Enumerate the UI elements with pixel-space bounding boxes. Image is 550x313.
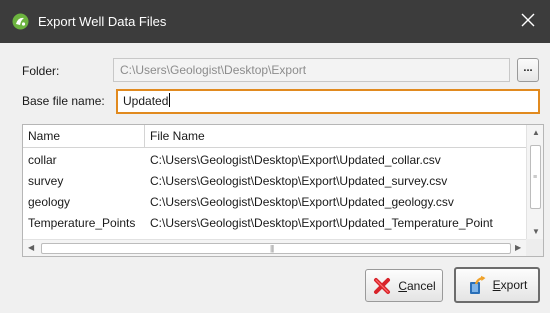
folder-field[interactable]: C:\Users\Geologist\Desktop\Export <box>113 58 510 82</box>
browse-folder-button[interactable]: ... <box>517 58 539 82</box>
base-file-name-label: Base file name: <box>22 94 105 108</box>
title-bar: Export Well Data Files <box>0 0 550 43</box>
horizontal-scroll-thumb[interactable]: ||| <box>41 243 511 254</box>
grip-icon: ≡ <box>533 174 538 181</box>
scroll-up-icon[interactable]: ▲ <box>532 128 540 138</box>
export-button[interactable]: Export <box>454 267 540 303</box>
red-x-icon <box>372 276 392 296</box>
folder-label: Folder: <box>22 64 60 78</box>
cancel-label: Cancel <box>398 278 436 293</box>
vertical-scroll-thumb[interactable]: ≡ <box>530 145 541 209</box>
cancel-button[interactable]: Cancel <box>365 269 443 302</box>
row-file-name: C:\Users\Geologist\Desktop\Export\Update… <box>150 195 454 209</box>
table-row[interactable]: collar C:\Users\Geologist\Desktop\Export… <box>23 150 526 171</box>
text-caret <box>169 93 171 107</box>
window-title: Export Well Data Files <box>38 14 167 29</box>
export-well-data-dialog: Export Well Data Files Folder: C:\Users\… <box>0 0 550 313</box>
scrollbar-corner <box>526 239 543 256</box>
base-file-name-value: Updated <box>123 94 169 108</box>
row-file-name: C:\Users\Geologist\Desktop\Export\Update… <box>150 153 441 167</box>
row-file-name: C:\Users\Geologist\Desktop\Export\Update… <box>150 216 493 230</box>
close-button[interactable] <box>506 0 550 43</box>
table-row[interactable]: geology C:\Users\Geologist\Desktop\Expor… <box>23 192 526 213</box>
row-name: survey <box>28 174 64 188</box>
export-label: Export <box>492 278 528 292</box>
column-header-file-name[interactable]: File Name <box>145 125 526 148</box>
scroll-right-icon[interactable]: ▶ <box>515 243 521 253</box>
export-arrow-icon <box>467 275 487 295</box>
row-name: Temperature_Points <box>28 216 136 230</box>
vertical-scrollbar[interactable]: ▲ ≡ ▼ <box>526 125 543 240</box>
column-header-name[interactable]: Name <box>23 125 145 148</box>
table-header: Name File Name <box>23 125 526 148</box>
scroll-down-icon[interactable]: ▼ <box>532 227 540 237</box>
row-name: geology <box>28 195 71 209</box>
horizontal-scrollbar[interactable]: ◀ ||| ▶ <box>23 239 526 256</box>
table-row[interactable]: Temperature_Points C:\Users\Geologist\De… <box>23 213 526 234</box>
grip-icon: ||| <box>270 244 274 253</box>
files-table[interactable]: Name File Name collar C:\Users\Geologist… <box>22 124 544 257</box>
app-logo-icon <box>12 13 29 30</box>
base-file-name-input[interactable]: Updated <box>116 89 540 114</box>
table-row[interactable]: survey C:\Users\Geologist\Desktop\Export… <box>23 171 526 192</box>
scroll-left-icon[interactable]: ◀ <box>28 243 34 253</box>
close-icon <box>521 13 535 30</box>
row-name: collar <box>28 153 57 167</box>
row-file-name: C:\Users\Geologist\Desktop\Export\Update… <box>150 174 448 188</box>
